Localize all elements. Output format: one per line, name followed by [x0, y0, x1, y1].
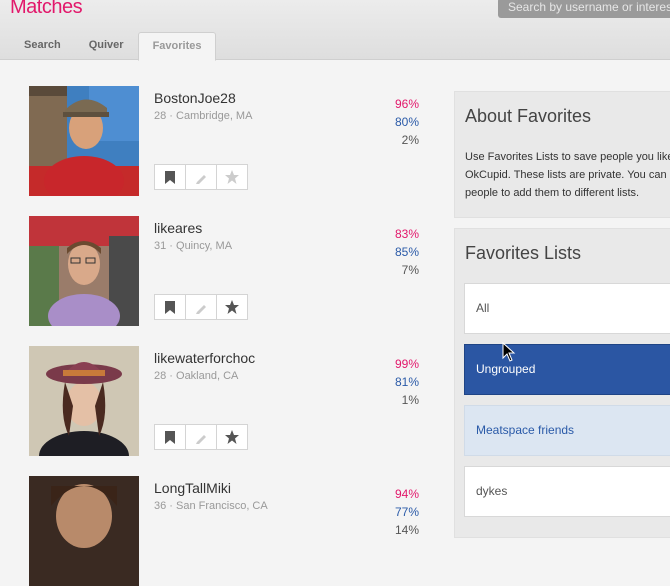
list-item-all[interactable]: All: [464, 283, 670, 334]
edit-button[interactable]: [185, 164, 217, 190]
profile-meta: 28 · Oakland, CA: [154, 370, 239, 382]
star-button[interactable]: [216, 424, 248, 450]
match-percent: 94%: [394, 487, 419, 501]
match-card: likeares 31 · Quincy, MA 83% 85% 7%: [29, 216, 429, 326]
friend-percent: 80%: [394, 115, 419, 129]
top-bar: Matches Search by username or interests …: [0, 0, 670, 61]
action-group: [154, 164, 248, 190]
username[interactable]: likewaterforchoc: [154, 350, 255, 366]
profile-photo[interactable]: [29, 86, 139, 196]
star-icon: [225, 170, 239, 184]
enemy-percent: 2%: [401, 133, 419, 147]
pencil-icon: [195, 434, 206, 444]
lists-title: Favorites Lists: [465, 243, 582, 263]
action-group: [154, 424, 248, 450]
star-icon: [225, 430, 239, 444]
profile-meta: 36 · San Francisco, CA: [154, 500, 268, 512]
username[interactable]: LongTallMiki: [154, 480, 231, 496]
page-title: Matches: [10, 0, 83, 18]
mouse-cursor-icon: [502, 342, 516, 362]
bookmark-button[interactable]: [154, 424, 186, 450]
list-item-ungrouped[interactable]: Ungrouped: [464, 344, 670, 395]
enemy-percent: 7%: [401, 263, 419, 277]
pencil-icon: [195, 304, 206, 314]
match-card: LongTallMiki 36 · San Francisco, CA 94% …: [29, 476, 429, 586]
friend-percent: 77%: [394, 505, 419, 519]
enemy-percent: 1%: [401, 393, 419, 407]
about-favorites-panel: About Favorites Use Favorites Lists to s…: [454, 91, 670, 218]
edit-button[interactable]: [185, 294, 217, 320]
match-percent: 99%: [394, 357, 419, 371]
star-icon: [225, 300, 239, 314]
username[interactable]: likeares: [154, 220, 202, 236]
favorites-lists-panel: Favorites Lists All Ungrouped Meatspace …: [454, 228, 670, 538]
bookmark-icon: [165, 430, 175, 444]
username[interactable]: BostonJoe28: [154, 90, 236, 106]
star-button[interactable]: [216, 164, 248, 190]
list-item-meatspace-friends[interactable]: Meatspace friends: [464, 405, 670, 456]
action-group: [154, 294, 248, 320]
match-percent: 96%: [394, 97, 419, 111]
match-card: BostonJoe28 28 · Cambridge, MA 96% 80% 2…: [29, 86, 429, 196]
enemy-percent: 14%: [394, 523, 419, 537]
star-button[interactable]: [216, 294, 248, 320]
profile-photo[interactable]: [29, 346, 139, 456]
profile-meta: 28 · Cambridge, MA: [154, 110, 253, 122]
match-card: likewaterforchoc 28 · Oakland, CA 99% 81…: [29, 346, 429, 456]
profile-photo[interactable]: [29, 476, 139, 586]
profile-photo[interactable]: [29, 216, 139, 326]
tab-bar: Search Quiver Favorites: [10, 32, 217, 61]
bookmark-button[interactable]: [154, 164, 186, 190]
tab-search[interactable]: Search: [10, 32, 75, 59]
tab-quiver[interactable]: Quiver: [75, 32, 138, 59]
bookmark-icon: [165, 170, 175, 184]
about-title: About Favorites: [465, 106, 592, 126]
friend-percent: 81%: [394, 375, 419, 389]
bookmark-button[interactable]: [154, 294, 186, 320]
search-input[interactable]: Search by username or interests: [498, 0, 670, 18]
list-item-dykes[interactable]: dykes: [464, 466, 670, 517]
about-text: Use Favorites Lists to save people you l…: [465, 151, 670, 199]
edit-button[interactable]: [185, 424, 217, 450]
bookmark-icon: [165, 300, 175, 314]
tab-favorites[interactable]: Favorites: [137, 32, 217, 61]
match-percent: 83%: [394, 227, 419, 241]
pencil-icon: [195, 174, 206, 184]
profile-meta: 31 · Quincy, MA: [154, 240, 233, 252]
friend-percent: 85%: [394, 245, 419, 259]
